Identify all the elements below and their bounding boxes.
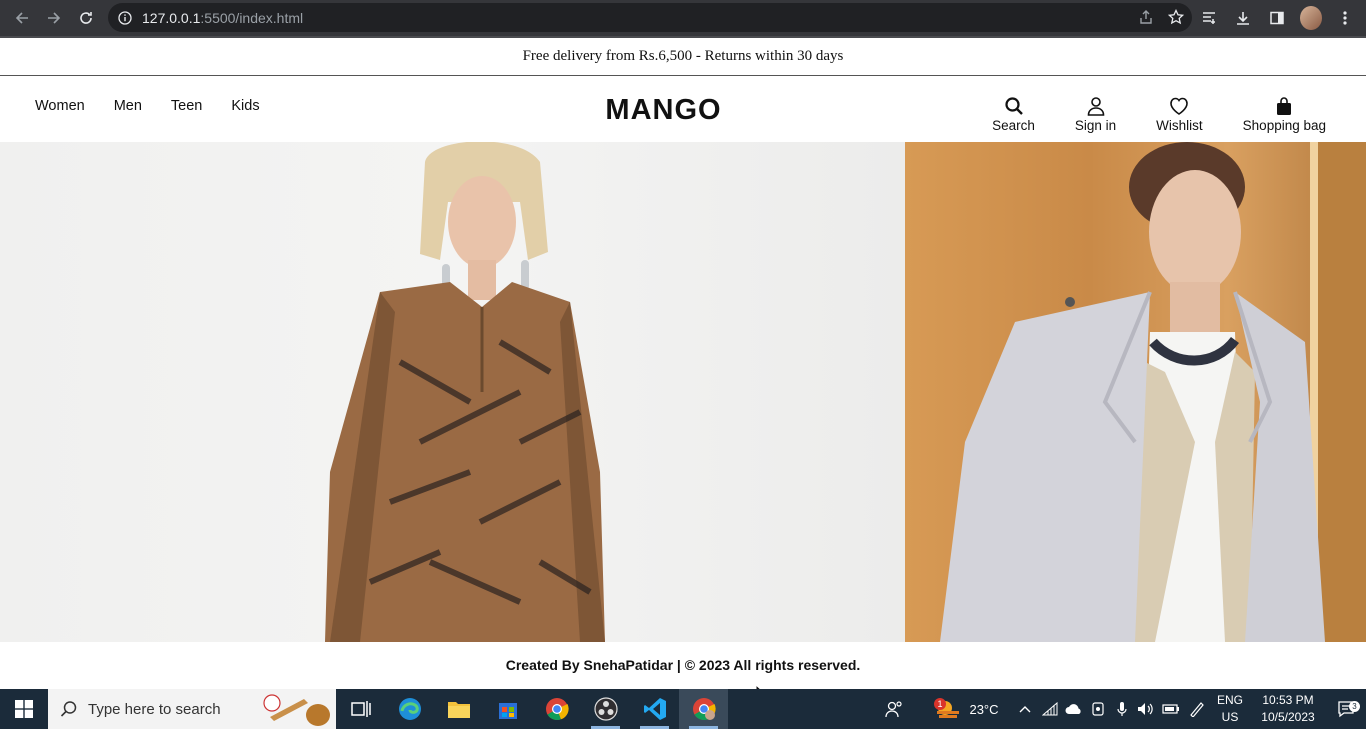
announcement-bar: Free delivery from Rs.6,500 - Returns wi… [0, 38, 1366, 76]
weather-temp: 23°C [969, 701, 999, 717]
profile-avatar[interactable] [1300, 4, 1322, 32]
chrome-icon[interactable] [532, 689, 581, 729]
wishlist-button[interactable]: Wishlist [1156, 96, 1203, 133]
microphone-icon[interactable] [1110, 701, 1134, 717]
search-highlight-icon [263, 694, 330, 726]
bag-label: Shopping bag [1242, 118, 1326, 133]
side-panel-icon[interactable] [1266, 4, 1288, 32]
search-icon [60, 701, 77, 717]
action-center-icon[interactable]: 3 [1326, 700, 1366, 718]
microsoft-store-icon[interactable] [483, 689, 532, 729]
nav-teen[interactable]: Teen [171, 98, 202, 114]
site-info-icon[interactable] [108, 10, 142, 25]
hero-image-women[interactable] [0, 142, 905, 642]
show-hidden-icons-chevron-icon[interactable] [1012, 705, 1038, 713]
weather-badge: 1 [934, 698, 946, 710]
search-icon [1004, 97, 1023, 115]
taskbar-search-placeholder: Type here to search [88, 700, 221, 718]
logo-text: MANGO [605, 94, 721, 124]
woman-figure-illustration [325, 142, 605, 642]
taskbar-clock[interactable]: 10:53 PM 10/5/2023 [1250, 692, 1326, 726]
keyboard-layout: US [1221, 710, 1239, 724]
sign-in-button[interactable]: Sign in [1075, 96, 1116, 133]
pen-workspace-icon[interactable] [1184, 701, 1210, 717]
mango-logo[interactable]: MANGO [591, 94, 736, 124]
onedrive-icon[interactable] [1062, 703, 1086, 715]
hero-section [0, 142, 1366, 642]
system-tray: 1 23°C ENG US 10:53 PM 10/5/2023 3 [874, 689, 1366, 729]
download-icon[interactable] [1232, 4, 1254, 32]
shopping-bag-button[interactable]: Shopping bag [1243, 96, 1326, 133]
back-icon[interactable] [6, 2, 38, 34]
user-icon [1087, 97, 1104, 116]
menu-kebab-icon[interactable] [1334, 4, 1356, 32]
volume-icon[interactable] [1134, 702, 1158, 716]
footer-copyright: Created By SnehaPatidar | © 2023 All rig… [505, 657, 861, 673]
share-icon[interactable] [1138, 9, 1154, 25]
nav-kids[interactable]: Kids [231, 98, 259, 114]
address-bar[interactable]: 127.0.0.1:5500/index.html [108, 3, 1192, 32]
network-icon[interactable] [1038, 702, 1062, 716]
forward-icon[interactable] [38, 2, 70, 34]
people-icon[interactable] [874, 700, 914, 718]
man-figure-illustration [940, 142, 1366, 642]
obs-studio-icon[interactable] [581, 689, 630, 729]
main-nav: Women Men Teen Kids [35, 98, 289, 114]
heart-icon [1170, 97, 1189, 115]
search-button[interactable]: Search [992, 96, 1035, 133]
battery-icon[interactable] [1158, 703, 1184, 715]
edge-browser-icon[interactable] [385, 689, 434, 729]
notification-count: 3 [1349, 701, 1360, 712]
site-header: Women Men Teen Kids MANGO Search Sign in… [0, 76, 1366, 142]
announcement-text: Free delivery from Rs.6,500 - Returns wi… [522, 48, 844, 64]
taskbar-search-box[interactable]: Type here to search [48, 689, 336, 729]
sign-in-label: Sign in [1074, 118, 1117, 133]
vscode-icon[interactable] [630, 689, 679, 729]
chrome-active-icon[interactable] [679, 689, 728, 729]
hero-image-men[interactable] [905, 142, 1366, 642]
header-actions: Search Sign in Wishlist Shopping bag [952, 96, 1326, 133]
url-text: 127.0.0.1:5500/index.html [142, 9, 304, 26]
task-view-icon[interactable] [336, 689, 385, 729]
reading-list-icon[interactable] [1198, 4, 1220, 32]
windows-logo-icon [15, 700, 33, 718]
nav-women[interactable]: Women [35, 98, 85, 114]
wishlist-label: Wishlist [1156, 118, 1203, 133]
site-footer: Created By SnehaPatidar | © 2023 All rig… [0, 642, 1366, 688]
nav-men[interactable]: Men [114, 98, 142, 114]
windows-start-button[interactable] [0, 689, 48, 729]
windows-taskbar: Type here to search 1 23°C ENG US 10:53 … [0, 689, 1366, 729]
file-explorer-icon[interactable] [434, 689, 483, 729]
clock-date: 10/5/2023 [1261, 710, 1315, 724]
weather-widget[interactable]: 1 23°C [922, 698, 1012, 720]
meet-now-icon[interactable] [1086, 701, 1110, 717]
language-code: ENG [1216, 693, 1243, 707]
language-indicator[interactable]: ENG US [1210, 692, 1250, 726]
clock-time: 10:53 PM [1262, 693, 1314, 707]
search-label: Search [992, 118, 1035, 133]
browser-toolbar: 127.0.0.1:5500/index.html [0, 0, 1366, 36]
bag-icon [1277, 97, 1292, 115]
reload-icon[interactable] [70, 2, 102, 34]
bookmark-star-icon[interactable] [1168, 9, 1184, 25]
